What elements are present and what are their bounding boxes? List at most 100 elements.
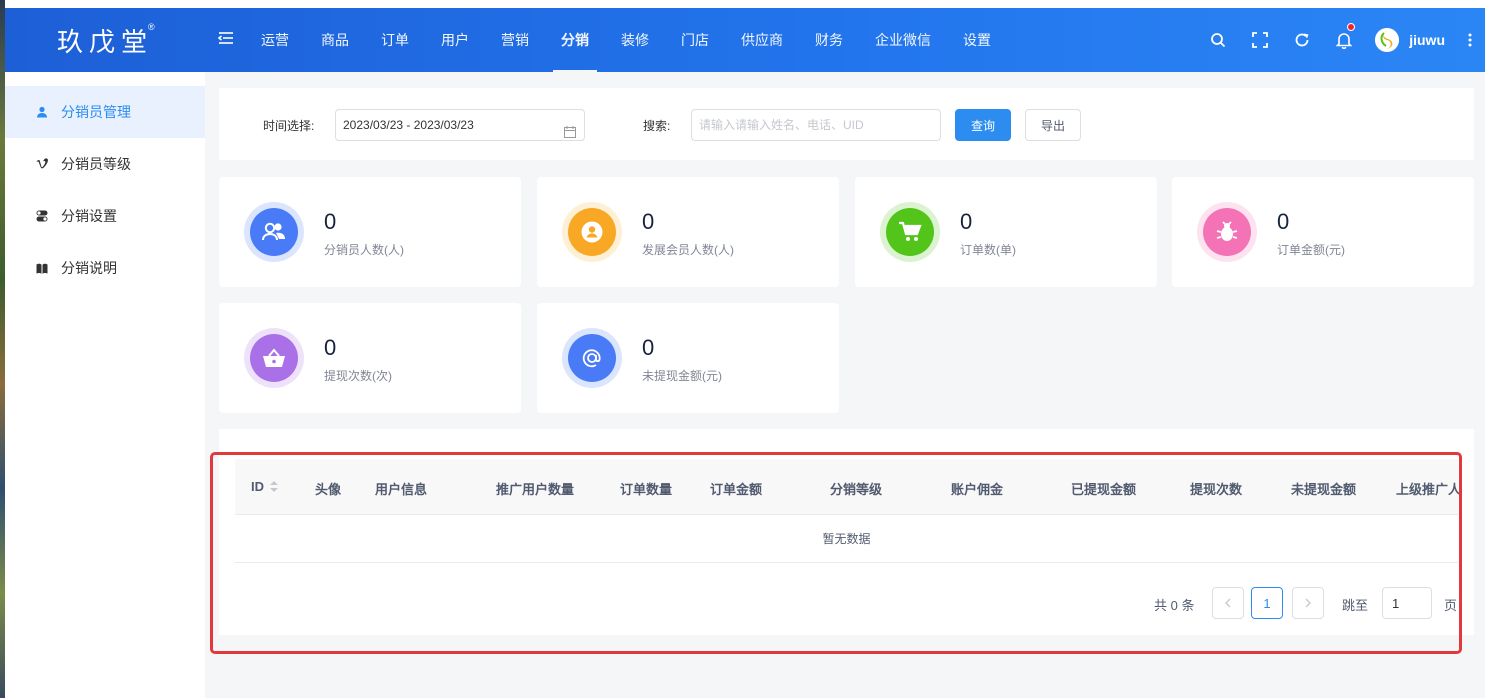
user-icon bbox=[35, 105, 49, 119]
page-button-current[interactable]: 1 bbox=[1251, 587, 1283, 619]
bell-icon[interactable] bbox=[1323, 8, 1365, 72]
column-header-referrer: 上级推广人 bbox=[1396, 482, 1462, 497]
main-nav: 运营 商品 订单 用户 营销 分销 装修 门店 供应商 财务 企业微信 设置 bbox=[245, 8, 1007, 72]
table-header: ID 头像 用户信息 推广用户数量 订单数量 订单金额 分销等级 账户佣金 已提… bbox=[235, 459, 1462, 515]
book-icon bbox=[35, 261, 49, 275]
empty-state-text: 暂无数据 bbox=[235, 515, 1458, 563]
column-header-id[interactable]: ID bbox=[251, 479, 278, 495]
sidebar-item-label: 分销说明 bbox=[61, 260, 117, 276]
logo[interactable]: 玖戊堂 ® bbox=[5, 8, 205, 72]
stat-value: 0 bbox=[642, 335, 655, 360]
bug-icon bbox=[1216, 221, 1238, 241]
prev-page-button[interactable] bbox=[1212, 587, 1244, 619]
nav-item-wecom[interactable]: 企业微信 bbox=[859, 8, 947, 72]
stat-card-members: 0 发展会员人数(人) bbox=[537, 177, 839, 287]
stat-card-orders: 0 订单数(单) bbox=[855, 177, 1157, 287]
search-input[interactable] bbox=[691, 109, 941, 141]
more-icon[interactable] bbox=[1455, 8, 1485, 72]
calendar-icon bbox=[564, 119, 576, 149]
menu-fold-icon[interactable] bbox=[217, 30, 234, 46]
sidebar-item-label: 分销设置 bbox=[61, 208, 117, 224]
users-icon bbox=[262, 222, 285, 241]
sidebar-item-distributor-management[interactable]: 分销员管理 bbox=[5, 86, 205, 138]
nav-item-products[interactable]: 商品 bbox=[305, 8, 365, 72]
distributor-table-card: ID 头像 用户信息 推广用户数量 订单数量 订单金额 分销等级 账户佣金 已提… bbox=[219, 429, 1474, 635]
user-menu[interactable]: jiuwu bbox=[1365, 28, 1455, 52]
pagination: 共 0 条 1 跳至 页 bbox=[235, 587, 1458, 619]
sidebar-item-label: 分销员等级 bbox=[61, 156, 131, 172]
stat-icon-ring bbox=[244, 328, 304, 388]
stat-icon-ring bbox=[562, 202, 622, 262]
date-range-label: 时间选择: bbox=[263, 119, 315, 133]
nav-item-finance[interactable]: 财务 bbox=[799, 8, 859, 72]
jump-to-label: 跳至 bbox=[1342, 598, 1369, 613]
nav-item-suppliers[interactable]: 供应商 bbox=[725, 8, 799, 72]
sidebar-item-distributor-level[interactable]: 分销员等级 bbox=[5, 138, 205, 190]
export-button[interactable]: 导出 bbox=[1025, 109, 1081, 141]
toggle-icon bbox=[35, 209, 49, 223]
nav-item-marketing[interactable]: 营销 bbox=[485, 8, 545, 72]
search-label: 搜索: bbox=[643, 119, 671, 133]
user-name: jiuwu bbox=[1409, 32, 1445, 48]
stat-value: 0 bbox=[324, 209, 337, 234]
stat-label: 订单数(单) bbox=[960, 243, 1016, 257]
stat-value: 0 bbox=[642, 209, 655, 234]
basket-icon bbox=[263, 348, 285, 367]
at-icon bbox=[582, 349, 601, 368]
sidebar-item-label: 分销员管理 bbox=[61, 104, 131, 120]
jump-page-input[interactable] bbox=[1382, 587, 1432, 619]
stat-icon-ring bbox=[880, 202, 940, 262]
pagination-total: 共 0 条 bbox=[1154, 598, 1195, 613]
search-icon[interactable] bbox=[1197, 8, 1239, 72]
cart-icon bbox=[899, 221, 922, 241]
column-header-unwithdrawn: 未提现金额 bbox=[1291, 482, 1357, 497]
stat-card-unwithdrawn: 0 未提现金额(元) bbox=[537, 303, 839, 413]
sort-icon[interactable] bbox=[270, 480, 278, 495]
window-top-edge bbox=[5, 0, 1485, 8]
stat-card-distributors: 0 分销员人数(人) bbox=[219, 177, 521, 287]
sidebar-item-distribution-settings[interactable]: 分销设置 bbox=[5, 190, 205, 242]
column-header-withdrawn: 已提现金额 bbox=[1071, 482, 1137, 497]
stat-icon-ring bbox=[562, 328, 622, 388]
fullscreen-icon[interactable] bbox=[1239, 8, 1281, 72]
stat-label: 分销员人数(人) bbox=[324, 243, 404, 257]
query-button[interactable]: 查询 bbox=[955, 109, 1011, 141]
column-header-promoted-users: 推广用户数量 bbox=[496, 482, 575, 497]
filter-card: 时间选择: 2023/03/23 - 2023/03/23 搜索: 查询 导出 bbox=[219, 88, 1474, 160]
nav-item-settings[interactable]: 设置 bbox=[947, 8, 1007, 72]
nav-item-operations[interactable]: 运营 bbox=[245, 8, 305, 72]
sidebar-item-distribution-guide[interactable]: 分销说明 bbox=[5, 242, 205, 294]
stat-icon-ring bbox=[244, 202, 304, 262]
nav-item-stores[interactable]: 门店 bbox=[665, 8, 725, 72]
column-header-user-info: 用户信息 bbox=[375, 482, 428, 497]
stat-card-order-amount: 0 订单金额(元) bbox=[1172, 177, 1474, 287]
user-circle-icon bbox=[581, 221, 603, 243]
vimeo-icon bbox=[35, 157, 49, 171]
stat-label: 提现次数(次) bbox=[324, 369, 392, 383]
nav-item-orders[interactable]: 订单 bbox=[365, 8, 425, 72]
stat-value: 0 bbox=[1277, 209, 1290, 234]
stat-card-withdrawals: 0 提现次数(次) bbox=[219, 303, 521, 413]
date-range-picker[interactable]: 2023/03/23 - 2023/03/23 bbox=[335, 109, 585, 141]
stat-label: 订单金额(元) bbox=[1277, 243, 1345, 257]
sidebar: 分销员管理 分销员等级 分销设置 分销说明 bbox=[5, 72, 205, 698]
date-range-value: 2023/03/23 - 2023/03/23 bbox=[343, 118, 474, 132]
stat-label: 发展会员人数(人) bbox=[642, 243, 734, 257]
column-header-order-amount: 订单金额 bbox=[710, 482, 763, 497]
nav-item-decoration[interactable]: 装修 bbox=[605, 8, 665, 72]
chevron-right-icon bbox=[1305, 598, 1311, 608]
avatar bbox=[1375, 28, 1400, 52]
next-page-button[interactable] bbox=[1292, 587, 1324, 619]
distributor-table: ID 头像 用户信息 推广用户数量 订单数量 订单金额 分销等级 账户佣金 已提… bbox=[235, 459, 1462, 619]
header-actions: jiuwu bbox=[1197, 8, 1485, 72]
column-header-avatar: 头像 bbox=[315, 482, 342, 497]
column-header-commission: 账户佣金 bbox=[951, 482, 1004, 497]
nav-item-users[interactable]: 用户 bbox=[425, 8, 485, 72]
nav-item-distribution[interactable]: 分销 bbox=[545, 8, 605, 72]
notification-dot bbox=[1347, 23, 1356, 31]
refresh-icon[interactable] bbox=[1281, 8, 1323, 72]
logo-text: 玖戊堂 bbox=[56, 27, 153, 58]
stat-label: 未提现金额(元) bbox=[642, 369, 722, 383]
column-header-withdraw-count: 提现次数 bbox=[1190, 482, 1243, 497]
stat-value: 0 bbox=[960, 209, 973, 234]
